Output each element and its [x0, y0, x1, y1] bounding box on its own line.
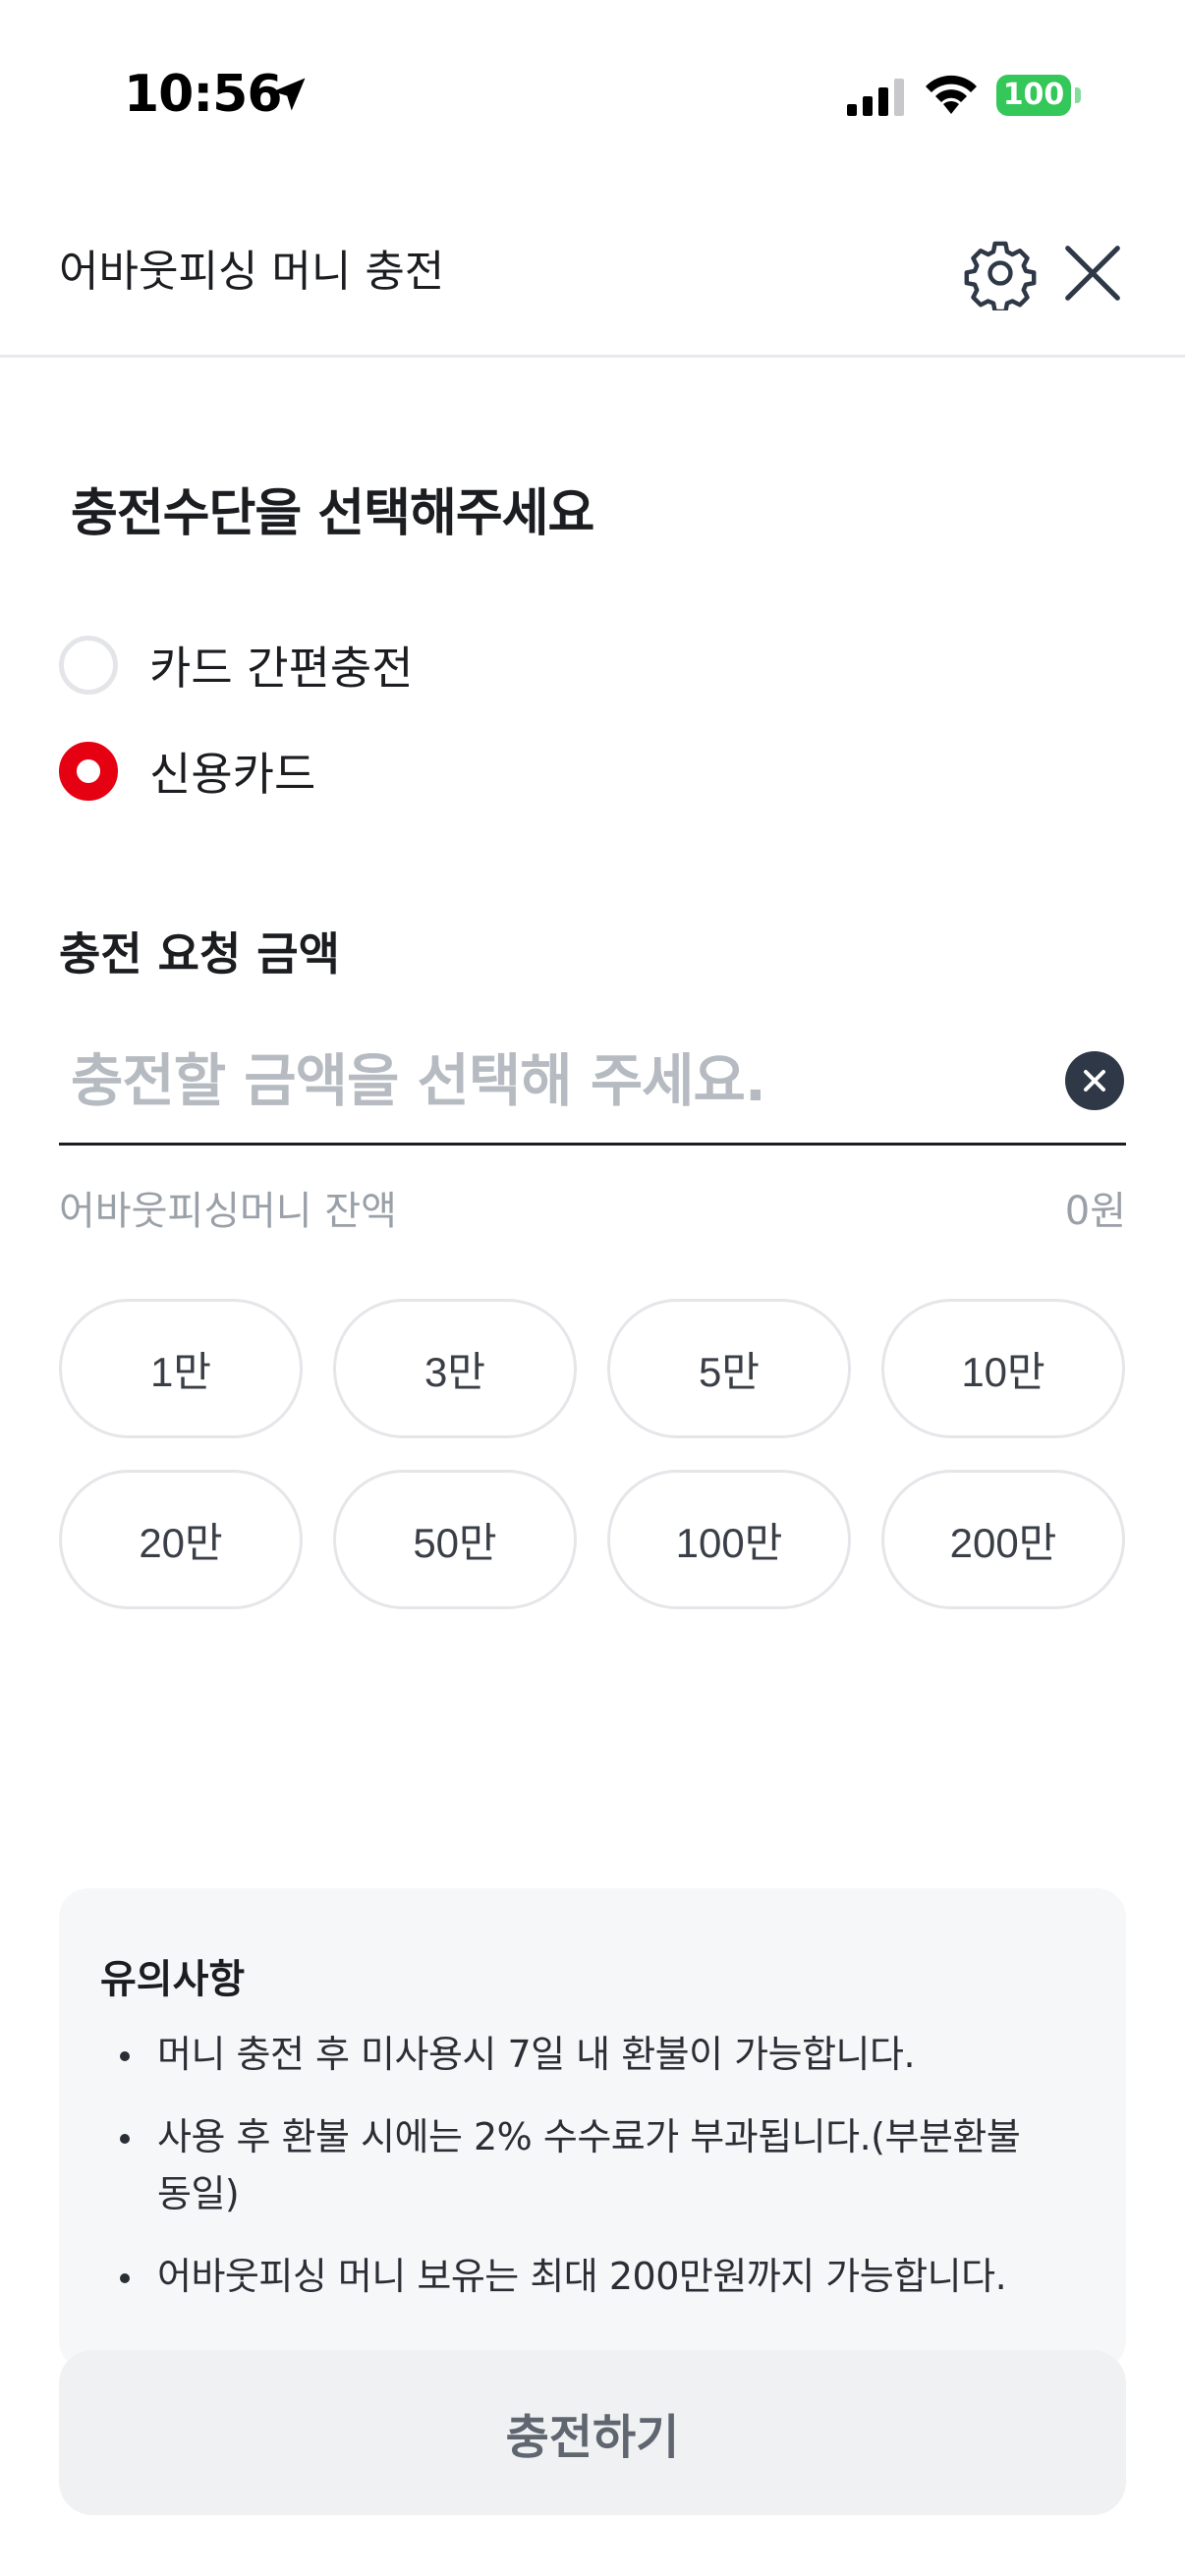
battery-indicator: 100 — [996, 75, 1081, 116]
balance-value: 0원 — [1064, 1189, 1126, 1234]
payment-option-label: 신용카드 — [149, 748, 316, 801]
amount-chip-2m[interactable]: 200만 — [881, 1470, 1125, 1609]
close-button[interactable] — [1055, 236, 1130, 310]
clear-icon — [1084, 1070, 1105, 1092]
wifi-icon — [926, 75, 977, 114]
radio-unselected-icon[interactable] — [59, 636, 118, 695]
gear-icon — [964, 241, 1037, 314]
amount-chip-30k[interactable]: 3만 — [333, 1299, 577, 1438]
close-icon — [1065, 246, 1120, 301]
amount-chip-50k[interactable]: 5만 — [607, 1299, 851, 1438]
amount-field — [59, 1032, 1126, 1146]
amount-title: 충전 요청 금액 — [59, 927, 340, 980]
battery-cap — [1075, 87, 1081, 103]
notice-item: 사용 후 환불 시에는 2% 수수료가 부과됩니다.(부분환불 동일) — [100, 2108, 1063, 2222]
payment-option-label: 카드 간편충전 — [149, 642, 414, 695]
charge-button[interactable]: 충전하기 — [59, 2350, 1126, 2515]
notice-title: 유의사항 — [100, 1957, 246, 2002]
notice-box: 유의사항 머니 충전 후 미사용시 7일 내 환불이 가능합니다. 사용 후 환… — [59, 1888, 1126, 2370]
settings-button[interactable] — [963, 236, 1038, 314]
status-time: 10:56 — [124, 65, 283, 124]
balance-label: 어바웃피싱머니 잔액 — [59, 1189, 397, 1234]
amount-chip-500k[interactable]: 50만 — [333, 1470, 577, 1609]
status-bar: 10:56 100 — [0, 0, 1185, 187]
amount-chip-200k[interactable]: 20만 — [59, 1470, 303, 1609]
notice-item: 머니 충전 후 미사용시 7일 내 환불이 가능합니다. — [100, 2026, 1063, 2083]
header-bar: 어바웃피싱 머니 충전 — [0, 196, 1185, 358]
payment-option-credit-card[interactable]: 신용카드 — [59, 737, 649, 806]
notice-list: 머니 충전 후 미사용시 7일 내 환불이 가능합니다. 사용 후 환불 시에는… — [100, 2026, 1063, 2330]
cellular-signal-icon — [847, 79, 904, 116]
amount-input[interactable] — [71, 1032, 1014, 1130]
amount-chip-1m[interactable]: 100만 — [607, 1470, 851, 1609]
amount-chip-100k[interactable]: 10만 — [881, 1299, 1125, 1438]
page-title: 어바웃피싱 머니 충전 — [59, 247, 445, 297]
amount-chip-10k[interactable]: 1만 — [59, 1299, 303, 1438]
clear-amount-button[interactable] — [1065, 1051, 1124, 1110]
notice-item: 어바웃피싱 머니 보유는 최대 200만원까지 가능합니다. — [100, 2248, 1063, 2305]
location-arrow-icon — [272, 78, 306, 111]
amount-chip-group: 1만 3만 5만 10만 20만 50만 100만 200만 — [59, 1299, 1126, 1609]
battery-level: 100 — [1002, 78, 1065, 112]
payment-option-card-easy[interactable]: 카드 간편충전 — [59, 631, 649, 700]
radio-selected-icon[interactable] — [59, 742, 118, 801]
payment-method-title: 충전수단을 선택해주세요 — [71, 484, 594, 543]
